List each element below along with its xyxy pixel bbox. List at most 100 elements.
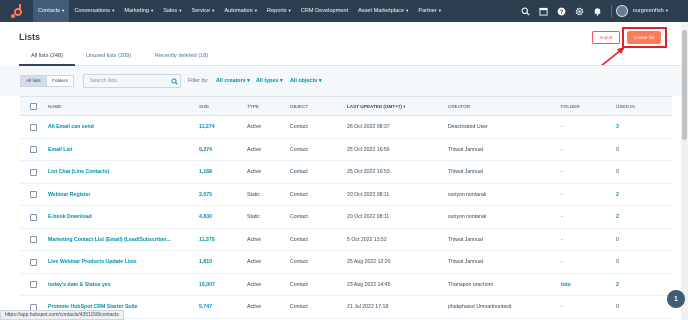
row-checkbox[interactable] xyxy=(30,146,37,153)
list-object: Contact xyxy=(290,169,308,175)
import-button[interactable]: Import xyxy=(592,31,620,44)
table-row[interactable]: today's date & Status yes 15,007 Active Con… xyxy=(20,274,672,296)
marketplace-icon[interactable] xyxy=(535,0,553,22)
row-checkbox[interactable] xyxy=(30,123,37,131)
list-name-link[interactable]: E-book Download xyxy=(48,214,92,220)
row-checkbox[interactable] xyxy=(30,191,37,198)
list-used-in[interactable]: 3 xyxy=(616,124,619,130)
nav-item-label: Asset Marketplace xyxy=(358,8,405,14)
list-last-updated: 23 Aug 2022 14:45 xyxy=(347,281,391,288)
chat-widget-button[interactable]: 1 xyxy=(667,290,685,308)
scrollbar-thumb[interactable] xyxy=(682,30,687,140)
nav-item-conversations[interactable]: Conversations ▾ xyxy=(69,0,119,22)
list-size-link[interactable]: 11,274 xyxy=(199,124,215,130)
list-last-updated: 21 Jul 2022 17:18 xyxy=(347,304,389,310)
nav-divider xyxy=(610,5,612,17)
column-creator[interactable]: CREATOR xyxy=(448,104,470,109)
nav-item-partner[interactable]: Partner ▾ xyxy=(413,0,446,22)
list-name-link[interactable]: Live Webinar Products Update Lists xyxy=(48,259,137,265)
list-used-in[interactable]: 2 xyxy=(616,192,619,198)
list-toolbar: All lists Folders Search lists Filter by… xyxy=(0,66,688,96)
list-used-in[interactable]: 2 xyxy=(616,214,619,220)
list-name-link[interactable]: List Chat (Line Contacts) xyxy=(48,169,109,175)
nav-item-crm-development[interactable]: CRM Development xyxy=(296,0,353,22)
list-object: Contact xyxy=(290,214,308,220)
filter-creators-dropdown[interactable]: All creators ▾ xyxy=(216,78,250,84)
column-object[interactable]: OBJECT xyxy=(290,104,308,109)
column-size[interactable]: SIZE xyxy=(199,104,209,109)
column-folder[interactable]: FOLDER xyxy=(561,104,580,109)
table-row[interactable]: Webinar Register 2,075 Static Contact 20 Oct… xyxy=(20,184,672,206)
list-object: Contact xyxy=(290,124,308,130)
list-name-link[interactable]: All Email can send xyxy=(48,124,94,130)
list-creator: phakphasut Umnartnuntasit xyxy=(448,304,512,310)
row-checkbox[interactable] xyxy=(30,281,37,288)
table-row[interactable]: Email List 5,274 Active Contact 25 Oct 2022 … xyxy=(20,139,672,161)
tab-unused-lists[interactable]: Unused lists (209) xyxy=(86,53,131,59)
tab-recently-deleted[interactable]: Recently deleted (18) xyxy=(155,53,208,59)
row-checkbox[interactable] xyxy=(30,213,37,221)
chevron-down-icon: ▾ xyxy=(665,8,668,13)
list-size-link[interactable]: 5,274 xyxy=(199,147,212,153)
help-icon[interactable]: ? xyxy=(553,0,571,22)
row-checkbox[interactable] xyxy=(30,258,37,266)
list-name-link[interactable]: Marketing Contact List (Email) (Lead/Sub… xyxy=(48,237,171,243)
search-icon[interactable] xyxy=(168,77,180,85)
row-checkbox[interactable] xyxy=(30,168,37,176)
nav-item-contacts[interactable]: Contacts ▾ xyxy=(33,0,70,22)
nav-item-label: Service xyxy=(191,8,211,14)
table-row[interactable]: List Chat (Line Contacts) 1,168 Active Cont… xyxy=(20,161,672,184)
list-size-link[interactable]: 1,168 xyxy=(199,169,212,175)
nav-item-marketing[interactable]: Marketing ▾ xyxy=(119,0,158,22)
table-row[interactable]: E-book Download 4,830 Static Contact 20 Oct … xyxy=(20,206,672,229)
filter-objects-dropdown[interactable]: All objects ▾ xyxy=(290,78,321,84)
search-input[interactable]: Search lists xyxy=(83,74,181,88)
page-scrollbar[interactable] xyxy=(681,22,688,320)
search-icon[interactable] xyxy=(517,0,535,22)
nav-item-label: Contacts xyxy=(38,8,61,14)
list-size-link[interactable]: 11,375 xyxy=(199,237,215,243)
nav-item-asset-marketplace[interactable]: Asset Marketplace ▾ xyxy=(353,0,413,22)
nav-item-reports[interactable]: Reports ▾ xyxy=(262,0,296,22)
list-used-in[interactable]: 2 xyxy=(616,282,619,288)
column-type[interactable]: TYPE xyxy=(247,104,259,109)
settings-icon[interactable] xyxy=(571,0,589,22)
list-type: Active xyxy=(247,281,262,288)
list-name-link[interactable]: Email List xyxy=(48,147,73,153)
nav-utilities: ? ourgreenfish ▾ xyxy=(517,0,688,22)
list-size-link[interactable]: 5,747 xyxy=(199,304,212,310)
list-creator: suriyon nontarak xyxy=(448,191,487,198)
list-size-link[interactable]: 2,075 xyxy=(199,192,212,198)
list-name-link[interactable]: today's date & Status yes xyxy=(48,282,111,288)
column-name[interactable]: NAME xyxy=(48,104,61,109)
all-lists-view-button[interactable]: All lists xyxy=(20,75,47,87)
notifications-icon[interactable] xyxy=(589,0,607,22)
select-all-checkbox[interactable] xyxy=(30,103,37,110)
tab-all-lists[interactable]: All lists (248) xyxy=(31,53,63,59)
hubspot-logo-icon[interactable] xyxy=(11,4,25,18)
list-size-link[interactable]: 15,007 xyxy=(199,282,215,288)
list-object: Contact xyxy=(290,191,308,198)
list-type: Active xyxy=(247,124,262,130)
list-folder: - xyxy=(561,146,563,153)
row-checkbox[interactable] xyxy=(30,236,37,243)
column-last-updated[interactable]: LAST UPDATED (GMT+7) ▾ xyxy=(347,104,406,110)
list-folder: - xyxy=(561,169,563,175)
list-name-link[interactable]: Webinar Register xyxy=(48,192,91,198)
list-folder[interactable]: toto xyxy=(561,282,571,288)
account-menu[interactable]: ourgreenfish ▾ xyxy=(615,5,688,17)
nav-item-service[interactable]: Service ▾ xyxy=(186,0,219,22)
column-used-in[interactable]: USED IN xyxy=(616,104,635,109)
chevron-down-icon: ▾ xyxy=(62,8,65,13)
list-folder: - xyxy=(561,259,563,265)
nav-item-sales[interactable]: Sales ▾ xyxy=(158,0,186,22)
table-row[interactable]: All Email can send 11,274 Active Contact 26 … xyxy=(20,116,672,139)
table-row[interactable]: Live Webinar Products Update Lists 1,810 A… xyxy=(20,251,672,274)
list-size-link[interactable]: 1,810 xyxy=(199,259,212,265)
list-size-link[interactable]: 4,830 xyxy=(199,214,212,220)
table-row[interactable]: Marketing Contact List (Email) (Lead/Sub… xyxy=(20,229,672,251)
list-tabs: All lists (248) Unused lists (209) Recen… xyxy=(19,48,681,66)
folders-view-button[interactable]: Folders xyxy=(46,75,74,87)
filter-types-dropdown[interactable]: All types ▾ xyxy=(256,78,283,84)
nav-item-automation[interactable]: Automation ▾ xyxy=(219,0,262,22)
